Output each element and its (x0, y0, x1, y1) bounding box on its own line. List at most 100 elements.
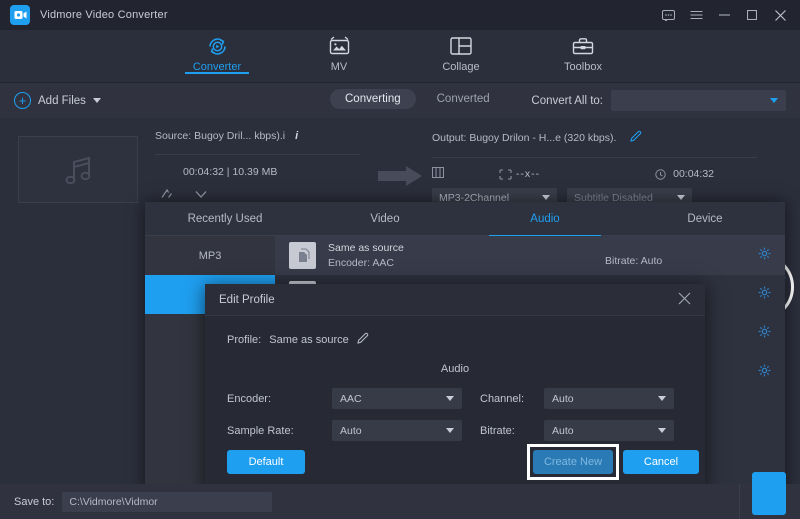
divider (155, 154, 360, 155)
main-nav: Converter MV Collage (0, 30, 800, 83)
profile-row-bitrate: Bitrate: Auto (605, 255, 662, 267)
gear-icon[interactable] (758, 325, 771, 343)
source-duration: 00:04:32 (183, 166, 224, 178)
tab-device[interactable]: Device (625, 202, 785, 236)
source-title-wrap: Source: Bugoy Dril... kbps).i i (155, 130, 360, 142)
tab-recently-used[interactable]: Recently Used (145, 202, 305, 236)
profile-row-thumbnail (289, 242, 316, 269)
create-new-highlight (527, 444, 619, 480)
resolution-icon-wrap: --x-- (499, 168, 540, 180)
plus-circle-icon: + (14, 92, 31, 109)
convert-all-to: Convert All to: (531, 90, 786, 111)
gear-icon[interactable] (758, 286, 771, 304)
encoder-value: AAC (340, 393, 362, 405)
nav-item-mv[interactable]: MV (299, 30, 379, 73)
music-note-icon (58, 150, 98, 190)
save-to-label: Save to: (14, 496, 54, 508)
status-tabs: Converting Converted (330, 89, 505, 109)
output-duration-wrap: 00:04:32 (655, 168, 714, 180)
save-to-field[interactable]: C:\Vidmore\Vidmor (62, 492, 272, 512)
bottom-bar: Save to: C:\Vidmore\Vidmor (0, 484, 800, 519)
output-duration: 00:04:32 (673, 168, 714, 180)
chevron-down-icon (446, 396, 454, 401)
chevron-down-icon (542, 195, 550, 200)
close-icon[interactable] (678, 292, 691, 307)
close-icon[interactable] (766, 0, 794, 30)
converter-icon (206, 34, 229, 58)
edit-profile-dialog: Edit Profile Profile: Same as source Aud… (205, 284, 705, 492)
add-files-button[interactable]: + Add Files (14, 92, 101, 109)
dialog-profile-label: Profile: (227, 334, 261, 346)
tab-video[interactable]: Video (305, 202, 465, 236)
profile-row-texts: Same as source Encoder: AAC (328, 242, 404, 269)
profile-row-name: Same as source (328, 242, 404, 254)
profile-row-same-as-source[interactable]: Same as source Encoder: AAC Bitrate: Aut… (275, 236, 785, 275)
pencil-icon[interactable] (357, 332, 369, 347)
encoder-label: Encoder: (227, 393, 332, 405)
chevron-down-icon (677, 195, 685, 200)
add-files-label: Add Files (38, 95, 86, 107)
output-meta: --x-- 00:04:32 (432, 167, 762, 181)
clock-icon (655, 169, 666, 180)
nav-label-collage: Collage (442, 61, 479, 73)
window-controls (654, 0, 800, 30)
sidebar-item-mp3[interactable]: MP3 (145, 236, 275, 275)
profile-tabs: Recently Used Video Audio Device (145, 202, 785, 236)
channel-select[interactable]: Auto (544, 388, 674, 409)
meta-separator: | (227, 166, 230, 178)
chevron-down-icon (446, 428, 454, 433)
source-meta: 00:04:32 | 10.39 MB (183, 166, 360, 178)
divider (739, 484, 740, 519)
encoder-select[interactable]: AAC (332, 388, 462, 409)
nav-label-mv: MV (331, 61, 348, 73)
title-bar: Vidmore Video Converter (0, 0, 800, 30)
nav-item-converter[interactable]: Converter (177, 30, 257, 73)
dialog-profile-row: Profile: Same as source (205, 316, 705, 347)
cancel-button[interactable]: Cancel (623, 450, 699, 474)
file-row: Source: Bugoy Dril... kbps).i i 00:04:32… (0, 118, 800, 208)
tab-converted[interactable]: Converted (422, 89, 505, 109)
hamburger-icon[interactable] (682, 0, 710, 30)
minimize-icon[interactable] (710, 0, 738, 30)
toolbox-icon (572, 34, 594, 58)
convert-all-to-select[interactable] (611, 90, 786, 111)
chevron-down-icon (658, 428, 666, 433)
source-label: Source: Bugoy Dril... kbps).i (155, 130, 285, 142)
comment-icon[interactable] (654, 0, 682, 30)
nav-item-toolbox[interactable]: Toolbox (543, 30, 623, 73)
dialog-title: Edit Profile (219, 294, 275, 306)
file-thumbnail[interactable] (18, 136, 138, 203)
nav-item-collage[interactable]: Collage (421, 30, 501, 73)
source-filesize: 10.39 MB (232, 166, 277, 178)
default-button[interactable]: Default (227, 450, 305, 474)
nav-label-converter: Converter (193, 61, 241, 73)
dialog-header: Edit Profile (205, 284, 705, 316)
toolbar: + Add Files Converting Converted Convert… (0, 83, 800, 118)
chevron-down-icon[interactable] (93, 98, 101, 103)
app-title: Vidmore Video Converter (40, 9, 168, 21)
app-window: Vidmore Video Converter (0, 0, 800, 519)
tab-audio[interactable]: Audio (465, 202, 625, 236)
mv-icon (328, 34, 351, 58)
dialog-section-title: Audio (205, 363, 705, 375)
channel-value: Auto (552, 393, 574, 405)
nav-label-toolbox: Toolbox (564, 61, 602, 73)
maximize-icon[interactable] (738, 0, 766, 30)
collage-icon (450, 34, 472, 58)
output-column: Output: Bugoy Drilon - H...e (320 kbps).… (432, 130, 762, 207)
save-to-value: C:\Vidmore\Vidmor (69, 496, 157, 508)
gear-icon[interactable] (758, 364, 771, 382)
arrow-right-icon (378, 166, 422, 191)
source-column: Source: Bugoy Dril... kbps).i i 00:04:32… (155, 130, 360, 204)
gear-icon[interactable] (758, 247, 771, 265)
chevron-down-icon (658, 396, 666, 401)
app-logo-icon (10, 5, 30, 25)
tab-converting[interactable]: Converting (330, 89, 416, 109)
channel-label: Channel: (462, 393, 544, 405)
video-track-icon (432, 167, 444, 181)
convert-all-button[interactable] (752, 472, 786, 515)
output-label: Output: Bugoy Drilon - H...e (320 kbps). (432, 132, 616, 144)
chevron-down-icon (770, 98, 778, 103)
info-icon[interactable]: i (295, 130, 298, 142)
pencil-icon[interactable] (630, 130, 642, 145)
